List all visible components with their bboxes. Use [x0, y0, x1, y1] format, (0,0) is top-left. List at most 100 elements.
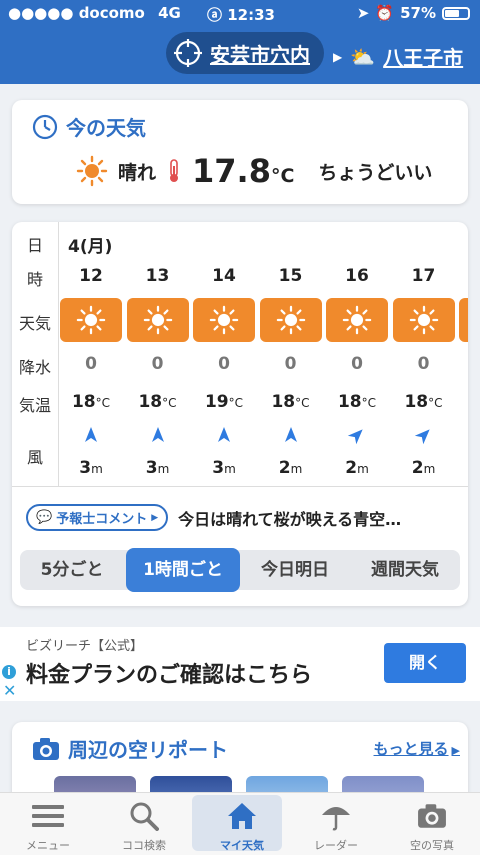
forecast-wind: 3m	[145, 458, 170, 478]
forecast-hour-column: 15 0 18°C 2m	[258, 222, 324, 486]
forecast-temp: 19°C	[204, 392, 244, 412]
see-more-label: もっと見る	[373, 740, 449, 758]
next-location-label: 八王子市	[383, 46, 464, 70]
wind-arrow-icon	[58, 426, 124, 444]
ad-headline[interactable]: 料金プランのご確認はこちら	[26, 657, 312, 689]
comment-text: 今日は晴れて桜が映える青空…	[178, 509, 402, 529]
battery-icon	[442, 6, 470, 20]
crosshair-icon	[174, 39, 202, 67]
menu-icon	[30, 799, 66, 833]
label-precip: 降水	[18, 358, 51, 377]
ad-banner[interactable]: ビズリーチ【公式】 料金プランのご確認はこちら 開く i ✕	[0, 627, 480, 701]
tab-5min[interactable]: 5分ごと	[20, 550, 124, 590]
current-weather-text: 晴れ	[118, 161, 157, 184]
sky-report-title: 周辺の空リポート	[32, 734, 228, 763]
forecast-hour: 17	[411, 266, 436, 286]
tab-hourly[interactable]: 1時間ごと	[126, 548, 240, 592]
chevron-right-icon: ▶	[451, 744, 460, 757]
forecast-wind: 2m	[345, 458, 369, 478]
see-more-link[interactable]: もっと見る ▶	[374, 738, 460, 759]
location-indicator-icon: ⓐ	[207, 6, 223, 24]
tab-my-weather-label: マイ天気	[220, 839, 264, 852]
sky-report-heading: 周辺の空リポート	[68, 738, 228, 762]
tab-radar-label: レーダー	[314, 839, 358, 852]
next-location-tab[interactable]: ▶ ⛅ 八王子市	[333, 42, 463, 71]
sun-icon	[193, 298, 255, 342]
forecast-temp: 18°C	[138, 392, 177, 412]
home-icon	[224, 799, 260, 833]
info-icon[interactable]: i	[2, 665, 16, 679]
search-icon	[126, 799, 162, 833]
forecast-precip: 0	[218, 354, 230, 374]
tab-radar[interactable]: レーダー	[288, 793, 384, 855]
forecast-hour-column: 14 0 19°C 3m	[191, 222, 257, 486]
forecast-hour-column: 12 0 18°C 3m	[58, 222, 124, 486]
forecast-temp: 18°C	[404, 392, 443, 412]
hourly-forecast-card: 日 時 天気 降水 気温 風 4(月) 12 0 18°C 3m 13 0 18°C 3m 14…	[12, 222, 468, 606]
signal-icon: ●●●●●	[8, 4, 74, 22]
forecast-wind: 3m	[79, 458, 103, 478]
bottom-tab-bar: メニュー ココ検索 マイ天気 レーダー 空の写真	[0, 792, 480, 855]
wind-arrow-icon	[391, 426, 457, 445]
forecast-range-tabs: 5分ごと 1時間ごと 今日明日 週間天気	[20, 548, 460, 592]
speech-bubble-icon: 💬	[36, 510, 53, 525]
current-weather-heading: 今の天気	[66, 116, 146, 140]
sun-icon	[392, 298, 455, 342]
label-hour: 時	[26, 270, 43, 289]
forecast-hour-column: 13 0 18°C 3m	[125, 222, 191, 486]
status-right: ➤ ⏰ 57%	[357, 4, 470, 22]
tab-menu[interactable]: メニュー	[0, 793, 96, 855]
current-location-label: 安芸市穴内	[210, 42, 310, 67]
forecast-hour-column-partial	[457, 222, 468, 486]
sun-icon	[126, 298, 189, 342]
forecast-precip: 0	[151, 354, 164, 374]
chevron-right-icon: ▶	[333, 49, 343, 64]
current-temp-unit: °C	[270, 165, 295, 187]
camera-icon	[414, 799, 450, 833]
tab-sky-photos[interactable]: 空の写真	[384, 793, 480, 855]
label-day: 日	[26, 236, 43, 255]
clock: 12:33	[227, 6, 275, 24]
chevron-right-icon: ▶	[151, 512, 159, 523]
close-icon[interactable]: ✕	[3, 681, 16, 700]
forecast-wind: 3m	[212, 458, 236, 478]
camera-icon	[33, 737, 59, 760]
status-bar: ●●●●● docomo 4G ⓐ 12:33 ➤ ⏰ 57%	[0, 0, 480, 26]
clock-icon	[32, 114, 58, 139]
sun-icon	[326, 298, 388, 342]
current-weather-row: 晴れ 17.8°C ちょうどいい	[76, 152, 432, 190]
forecast-hour-column: 17 0 18°C 2m	[391, 222, 457, 486]
tab-today-tomorrow[interactable]: 今日明日	[242, 550, 348, 590]
forecast-temp: 18°C	[71, 392, 111, 412]
forecast-hour: 13	[145, 266, 170, 286]
label-weather: 天気	[18, 314, 51, 333]
forecaster-comment-badge[interactable]: 💬 予報士コメント ▶	[26, 504, 169, 531]
tab-menu-label: メニュー	[26, 839, 70, 852]
sun-icon	[259, 298, 322, 342]
feel-text: ちょうどいい	[318, 161, 433, 184]
forecast-wind: 2m	[278, 458, 303, 478]
alarm-icon: ⏰	[375, 4, 395, 22]
wind-arrow-icon	[324, 426, 390, 445]
forecast-hour-column: 16 0 18°C 2m	[324, 222, 390, 486]
forecast-hour: 12	[79, 266, 103, 286]
current-location-button[interactable]: 安芸市穴内	[166, 32, 324, 74]
forecast-precip: 0	[417, 354, 430, 374]
forecast-wind: 2m	[411, 458, 436, 478]
ad-source: ビズリーチ【公式】	[26, 639, 144, 654]
forecast-precip: 0	[284, 354, 297, 374]
thermometer-icon	[170, 159, 179, 182]
sun-cloud-icon: ⛅	[350, 44, 376, 69]
forecast-columns[interactable]: 12 0 18°C 3m 13 0 18°C 3m 14 0 19°C 3m 15 0 18°C 2m 16 0 1…	[58, 222, 468, 486]
tab-weekly[interactable]: 週間天気	[350, 550, 460, 590]
forecaster-comment[interactable]: 💬 予報士コメント ▶ 今日は晴れて桜が映える青空…	[26, 504, 466, 531]
wind-arrow-icon	[258, 426, 324, 444]
tab-search[interactable]: ココ検索	[96, 793, 192, 855]
ad-open-button[interactable]: 開く	[384, 643, 466, 683]
tab-search-label: ココ検索	[122, 839, 166, 852]
divider	[12, 486, 468, 487]
tab-my-weather[interactable]: マイ天気	[192, 793, 290, 855]
forecast-hour: 14	[212, 266, 236, 286]
forecast-temp: 18°C	[337, 392, 377, 412]
wind-arrow-icon	[125, 426, 191, 444]
